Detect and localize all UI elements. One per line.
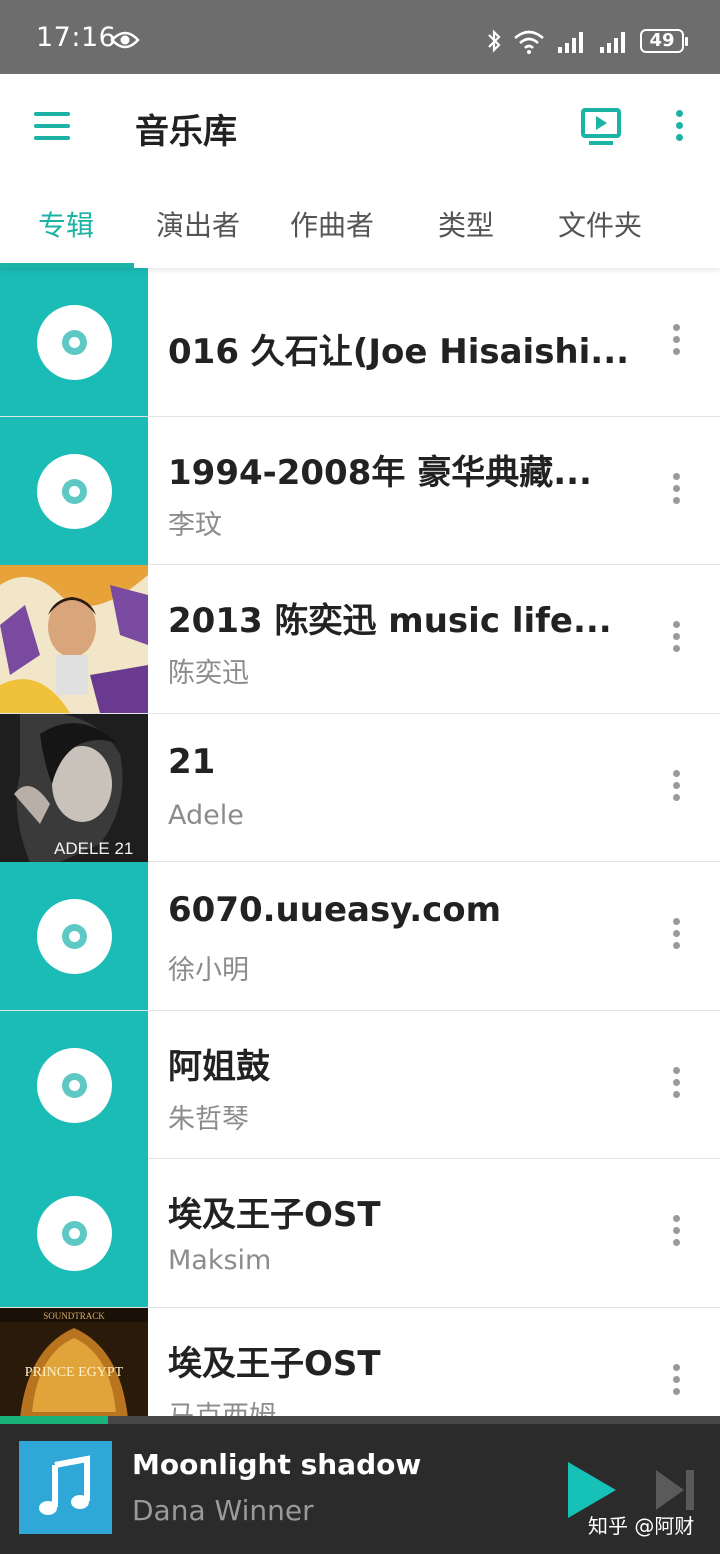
- tab-folders[interactable]: 文件夹: [558, 204, 642, 244]
- status-bar: 17:16 49: [0, 0, 720, 74]
- signal-icon-2: [600, 32, 625, 53]
- playback-progress-fill: [0, 1416, 108, 1424]
- disc-icon: [37, 305, 112, 380]
- album-title: 6070.uueasy.com: [168, 890, 502, 930]
- disc-icon: [37, 453, 112, 529]
- list-item[interactable]: 阿姐鼓 朱哲琴: [0, 1010, 720, 1159]
- album-artist: 马克西姆: [168, 1400, 276, 1417]
- now-playing-artist: Dana Winner: [132, 1494, 314, 1527]
- album-list[interactable]: 016 久石让(Joe Hisaishi... 1994-2008年 豪华典藏.…: [0, 268, 720, 1416]
- album-art-caption-top: SOUNDTRACK: [43, 1311, 105, 1321]
- album-cover: [0, 862, 148, 1010]
- album-art-image: ADELE 21: [0, 713, 148, 862]
- item-more-icon[interactable]: [670, 1215, 682, 1251]
- item-more-icon[interactable]: [670, 1363, 682, 1400]
- album-art: ADELE 21: [0, 713, 148, 862]
- item-more-icon[interactable]: [670, 769, 682, 806]
- list-item[interactable]: ADELE 21 21 Adele: [0, 713, 720, 862]
- album-title: 埃及王子OST: [168, 1195, 381, 1235]
- menu-icon[interactable]: [34, 112, 70, 140]
- album-artist: 徐小明: [168, 955, 249, 986]
- list-item[interactable]: 016 久石让(Joe Hisaishi...: [0, 268, 720, 417]
- page-title: 音乐库: [135, 112, 237, 152]
- list-item[interactable]: SOUNDTRACK PRINCE EGYPT 埃及王子OST 马克西姆: [0, 1307, 720, 1417]
- album-artist: 陈奕迅: [168, 658, 249, 689]
- album-artist: 李玟: [168, 509, 222, 541]
- album-art-caption: PRINCE EGYPT: [25, 1365, 124, 1380]
- app-bar: 音乐库: [0, 74, 720, 180]
- album-title: 1994-2008年 豪华典藏...: [168, 452, 592, 493]
- item-more-icon[interactable]: [670, 472, 682, 509]
- item-more-icon[interactable]: [670, 324, 682, 360]
- battery-indicator: 49: [640, 29, 688, 53]
- wifi-icon: [514, 30, 544, 54]
- album-title: 21: [168, 741, 216, 782]
- music-note-icon: [39, 1455, 90, 1515]
- tab-genres[interactable]: 类型: [438, 204, 494, 244]
- tab-bar: 专辑 演出者 作曲者 类型 文件夹: [0, 180, 720, 268]
- album-art-caption: ADELE 21: [54, 839, 133, 858]
- item-more-icon[interactable]: [670, 621, 682, 657]
- album-art-image: [0, 565, 148, 713]
- album-art: SOUNDTRACK PRINCE EGYPT: [0, 1307, 148, 1416]
- tab-indicator: [0, 263, 134, 268]
- album-title: 016 久石让(Joe Hisaishi...: [168, 332, 630, 372]
- list-item[interactable]: 埃及王子OST Maksim: [0, 1159, 720, 1308]
- album-artist: Adele: [168, 799, 244, 831]
- item-more-icon[interactable]: [670, 918, 682, 954]
- album-cover: [0, 1010, 148, 1159]
- mini-player[interactable]: Moonlight shadow Dana Winner 知乎 @阿财: [0, 1424, 720, 1554]
- album-art-image: SOUNDTRACK PRINCE EGYPT: [0, 1307, 148, 1416]
- now-playing-art[interactable]: [19, 1441, 112, 1534]
- list-item[interactable]: 1994-2008年 豪华典藏... 李玟: [0, 416, 720, 565]
- status-time: 17:16: [36, 22, 117, 53]
- album-cover: [0, 416, 148, 565]
- watermark: 知乎 @阿财: [588, 1514, 695, 1538]
- album-artist: 朱哲琴: [168, 1103, 249, 1135]
- list-item[interactable]: 6070.uueasy.com 徐小明: [0, 862, 720, 1011]
- album-cover: [0, 268, 148, 416]
- status-icons: 49: [486, 26, 688, 56]
- overflow-menu-icon[interactable]: [672, 110, 686, 146]
- disc-icon: [37, 899, 112, 974]
- bluetooth-icon: [488, 29, 501, 53]
- cast-screen-icon[interactable]: [580, 107, 622, 147]
- album-title: 2013 陈奕迅 music life...: [168, 601, 612, 641]
- tab-composers[interactable]: 作曲者: [290, 204, 374, 244]
- tab-albums[interactable]: 专辑: [38, 204, 94, 244]
- signal-icon: [558, 32, 583, 53]
- skip-next-icon[interactable]: [654, 1468, 698, 1512]
- disc-icon: [37, 1196, 112, 1271]
- album-title: 埃及王子OST: [168, 1343, 381, 1384]
- album-artist: Maksim: [168, 1245, 272, 1276]
- now-playing-title: Moonlight shadow: [132, 1448, 422, 1481]
- list-item[interactable]: 2013 陈奕迅 music life... 陈奕迅: [0, 565, 720, 714]
- tab-performers[interactable]: 演出者: [156, 204, 240, 244]
- eye-icon: [110, 31, 140, 49]
- disc-icon: [37, 1047, 112, 1123]
- item-more-icon[interactable]: [670, 1066, 682, 1103]
- album-title: 阿姐鼓: [168, 1046, 270, 1087]
- album-cover: [0, 1159, 148, 1307]
- album-art: [0, 565, 148, 713]
- playback-progress-bar[interactable]: [0, 1416, 720, 1424]
